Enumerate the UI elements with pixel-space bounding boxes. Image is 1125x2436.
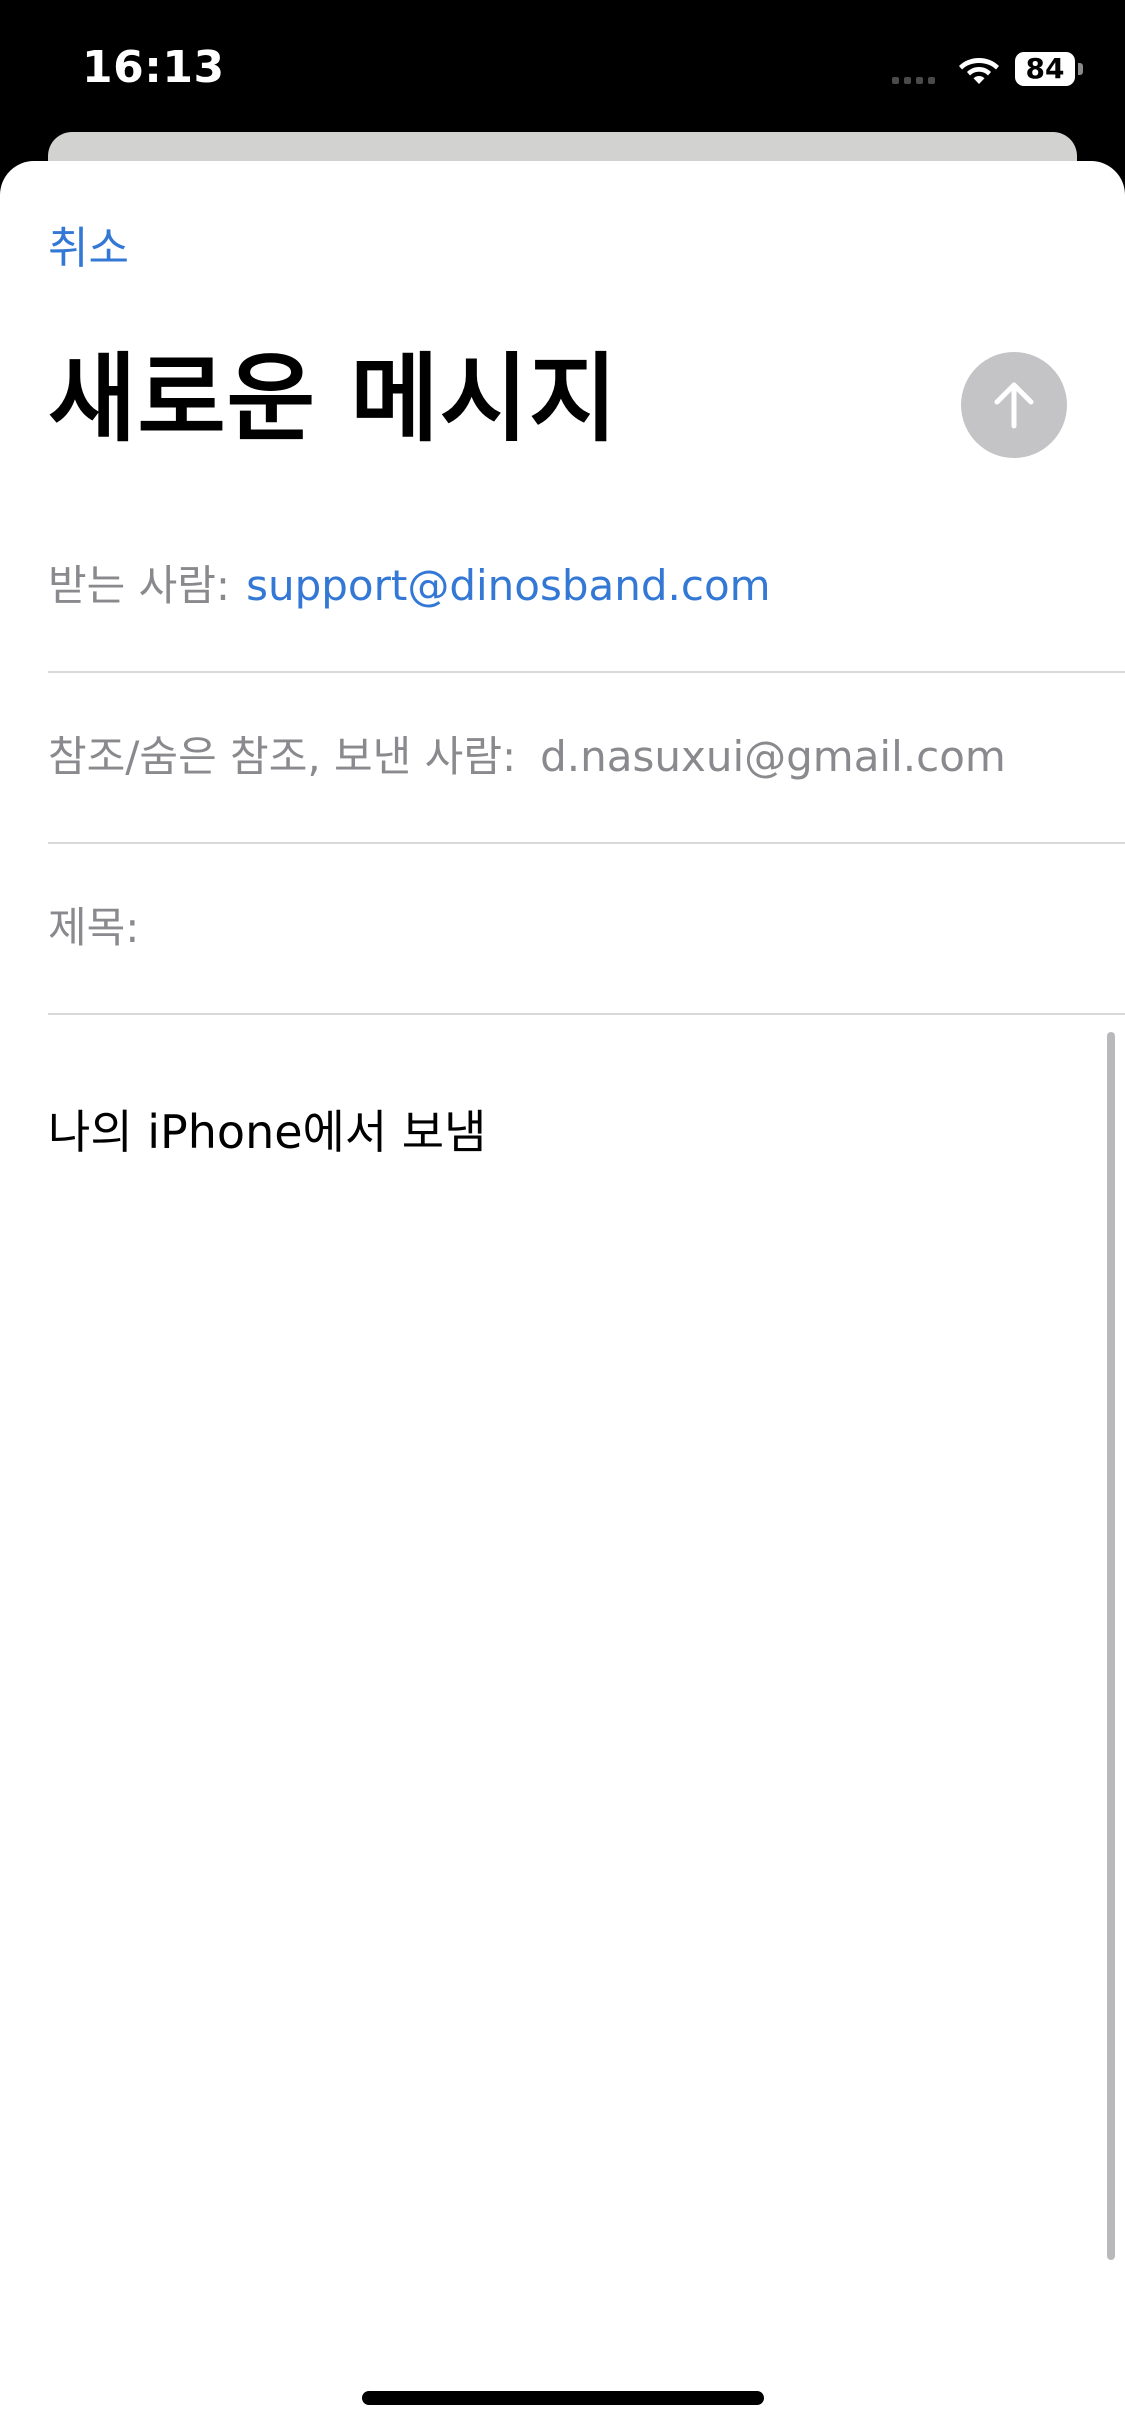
battery-level: 84 [1015, 52, 1075, 86]
message-body[interactable]: 나의 iPhone에서 보냄 [48, 1101, 1078, 2301]
status-time: 16:13 [82, 42, 225, 93]
scrollbar[interactable] [1107, 1032, 1115, 2260]
cancel-button[interactable]: 취소 [48, 219, 129, 279]
home-indicator[interactable] [362, 2391, 764, 2405]
screen: 16:13 84 취소 새로운 메시지 받는 사람: support@dinos… [0, 0, 1125, 2436]
cellular-signal-icon [892, 54, 935, 84]
arrow-up-icon [994, 382, 1034, 429]
cc-bcc-from-field[interactable]: 참조/숨은 참조, 보낸 사람: d.nasuxui@gmail.com [48, 671, 1125, 844]
wifi-icon [959, 58, 999, 84]
recipient-address[interactable]: support@dinosband.com [246, 558, 771, 614]
to-field[interactable]: 받는 사람: support@dinosband.com [48, 500, 1125, 673]
sender-address[interactable]: d.nasuxui@gmail.com [540, 729, 1006, 785]
status-icons: 84 [892, 46, 1083, 92]
subject-label: 제목: [48, 902, 140, 952]
cc-bcc-from-label: 참조/숨은 참조, 보낸 사람: [48, 731, 517, 781]
subject-input[interactable] [151, 896, 1125, 959]
compose-title: 새로운 메시지 [48, 343, 619, 455]
to-label: 받는 사람: [48, 560, 231, 610]
subject-field[interactable]: 제목: [48, 842, 1125, 1015]
battery-icon: 84 [1015, 52, 1083, 86]
send-button[interactable] [961, 352, 1067, 458]
signature: 나의 iPhone에서 보냄 [48, 1105, 487, 1159]
compose-sheet: 취소 새로운 메시지 받는 사람: support@dinosband.com … [0, 161, 1125, 2436]
